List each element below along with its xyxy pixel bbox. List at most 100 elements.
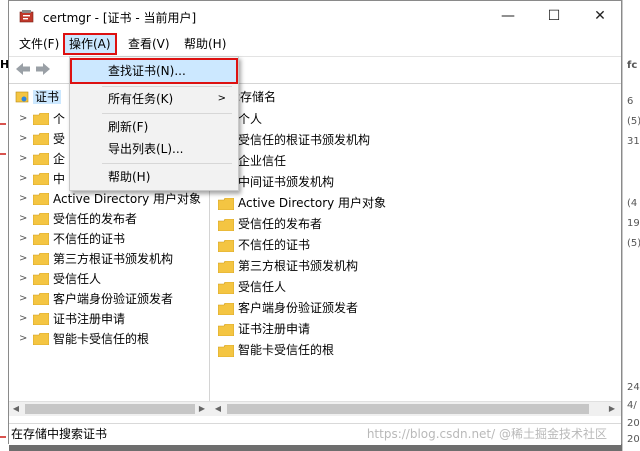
minimize-button[interactable]: — — [485, 1, 531, 32]
title-bar: certmgr - [证书 - 当前用户] — ☐ ✕ — [9, 1, 621, 32]
folder-icon — [218, 324, 234, 336]
maximize-button[interactable]: ☐ — [531, 1, 577, 32]
background-right-text: 20 — [627, 418, 640, 429]
background-right-text: 20 — [627, 434, 640, 445]
folder-icon — [218, 240, 234, 252]
menu-help[interactable]: 帮助(H) — [180, 35, 230, 53]
store-name: 受信任的根证书颁发机构 — [238, 133, 371, 147]
folder-icon — [33, 313, 49, 325]
folder-icon — [33, 153, 49, 165]
background-right-text: 19 — [627, 218, 640, 229]
store-name: Active Directory 用户对象 — [238, 196, 387, 210]
background-right-text: 24 — [627, 382, 640, 393]
folder-icon — [33, 293, 49, 305]
tree-root[interactable]: 证书 — [13, 87, 62, 107]
menu-item-export-list[interactable]: 导出列表(L)... — [72, 138, 236, 160]
menu-item-help[interactable]: 帮助(H) — [72, 166, 236, 188]
menu-view[interactable]: 查看(V) — [124, 35, 174, 53]
folder-icon — [218, 198, 234, 210]
background-right-text: (5) — [627, 238, 640, 249]
tree-item-label: 企 — [53, 152, 66, 166]
tree-item-label: 不信任的证书 — [53, 232, 126, 246]
scroll-right-icon[interactable]: ▶ — [605, 402, 619, 416]
action-dropdown-menu: 查找证书(N)... 所有任务(K) > 刷新(F) 导出列表(L)... 帮助… — [69, 56, 239, 191]
menu-item-label: 帮助(H) — [108, 170, 151, 184]
chevron-right-icon[interactable]: > — [19, 209, 27, 229]
tree-item-label: 证书注册申请 — [53, 312, 126, 326]
menu-item-refresh[interactable]: 刷新(F) — [72, 116, 236, 138]
close-button[interactable]: ✕ — [577, 1, 623, 32]
store-name: 证书注册申请 — [238, 322, 311, 336]
menu-bar: 文件(F) 操作(A) 查看(V) 帮助(H) — [9, 33, 621, 55]
folder-icon — [33, 113, 49, 125]
menu-item-label: 刷新(F) — [108, 120, 149, 134]
tree-item-label: 第三方根证书颁发机构 — [53, 252, 174, 266]
chevron-right-icon[interactable]: > — [19, 149, 27, 169]
chevron-right-icon[interactable]: > — [19, 309, 27, 329]
tree-root-label: 证书 — [33, 90, 62, 104]
menu-separator — [102, 86, 232, 87]
chevron-right-icon[interactable]: > — [19, 289, 27, 309]
scroll-thumb-right[interactable] — [227, 404, 589, 414]
store-name: 受信任的发布者 — [238, 217, 323, 231]
background-mark — [0, 123, 6, 125]
store-name: 不信任的证书 — [238, 238, 311, 252]
tree-item-label: 受信任人 — [53, 272, 102, 286]
folder-icon — [218, 303, 234, 315]
background-mark — [0, 436, 6, 438]
scroll-thumb-left[interactable] — [25, 404, 195, 414]
content-pane: 辑存储名 个人 受信任的根证书颁发机构 企业信任 中间证书颁发机构 Active… — [212, 87, 620, 413]
chevron-right-icon[interactable]: > — [19, 249, 27, 269]
status-text: 在存储中搜索证书 — [11, 427, 108, 441]
store-name: 第三方根证书颁发机构 — [238, 259, 359, 273]
chevron-right-icon[interactable]: > — [19, 329, 27, 349]
menu-action[interactable]: 操作(A) — [63, 33, 117, 55]
submenu-arrow-icon: > — [217, 93, 226, 104]
menu-item-find-certificate[interactable]: 查找证书(N)... — [70, 58, 238, 84]
watermark: https://blog.csdn.net/ @稀土掘金技术社区 — [366, 427, 607, 441]
folder-icon — [218, 219, 234, 231]
chevron-right-icon[interactable]: > — [19, 129, 27, 149]
tree-item-label: 中 — [53, 172, 66, 186]
folder-icon — [33, 273, 49, 285]
folder-icon — [33, 253, 49, 265]
horizontal-scrollbar[interactable]: ◀ ▶ ◀ ▶ — [9, 401, 621, 416]
background-right-text: (5) — [627, 116, 640, 127]
background-right-text: 6 — [627, 96, 634, 107]
folder-icon — [33, 233, 49, 245]
chevron-right-icon[interactable]: > — [19, 169, 27, 189]
background-mark — [0, 153, 6, 155]
certmgr-window: certmgr - [证书 - 当前用户] — ☐ ✕ 文件(F) 操作(A) … — [8, 0, 622, 445]
tree-item-label: 客户端身份验证颁发者 — [53, 292, 174, 306]
chevron-right-icon[interactable]: > — [19, 269, 27, 289]
folder-icon — [218, 282, 234, 294]
folder-icon — [33, 333, 49, 345]
tree-item-label: 受信任的发布者 — [53, 212, 138, 226]
tree-item-label: Active Directory 用户对象 — [53, 192, 202, 206]
forward-arrow-icon[interactable] — [35, 62, 51, 76]
folder-icon — [33, 213, 49, 225]
menu-item-all-tasks[interactable]: 所有任务(K) > — [72, 88, 236, 110]
certificate-app-icon — [19, 10, 34, 23]
scroll-left-icon[interactable]: ◀ — [9, 402, 23, 416]
status-bar: 在存储中搜索证书 https://blog.csdn.net/ @稀土掘金技术社… — [9, 423, 621, 445]
store-name: 客户端身份验证颁发者 — [238, 301, 359, 315]
folder-icon — [33, 193, 49, 205]
tree-item-label: 个 — [53, 112, 66, 126]
store-name: 企业信任 — [238, 154, 287, 168]
chevron-right-icon[interactable]: > — [19, 189, 27, 209]
scroll-left-icon[interactable]: ◀ — [211, 402, 225, 416]
menu-separator — [102, 113, 232, 114]
background-right-text: 31 — [627, 136, 640, 147]
back-arrow-icon[interactable] — [15, 62, 31, 76]
folder-icon — [33, 133, 49, 145]
store-name: 中间证书颁发机构 — [238, 175, 335, 189]
menu-item-label: 导出列表(L)... — [108, 142, 184, 156]
window-title: certmgr - [证书 - 当前用户] — [43, 11, 197, 25]
chevron-right-icon[interactable]: > — [19, 229, 27, 249]
chevron-right-icon[interactable]: > — [19, 109, 27, 129]
folder-icon — [218, 345, 234, 357]
menu-file[interactable]: 文件(F) — [15, 35, 63, 53]
store-name: 智能卡受信任的根 — [238, 343, 335, 357]
scroll-right-icon[interactable]: ▶ — [195, 402, 209, 416]
